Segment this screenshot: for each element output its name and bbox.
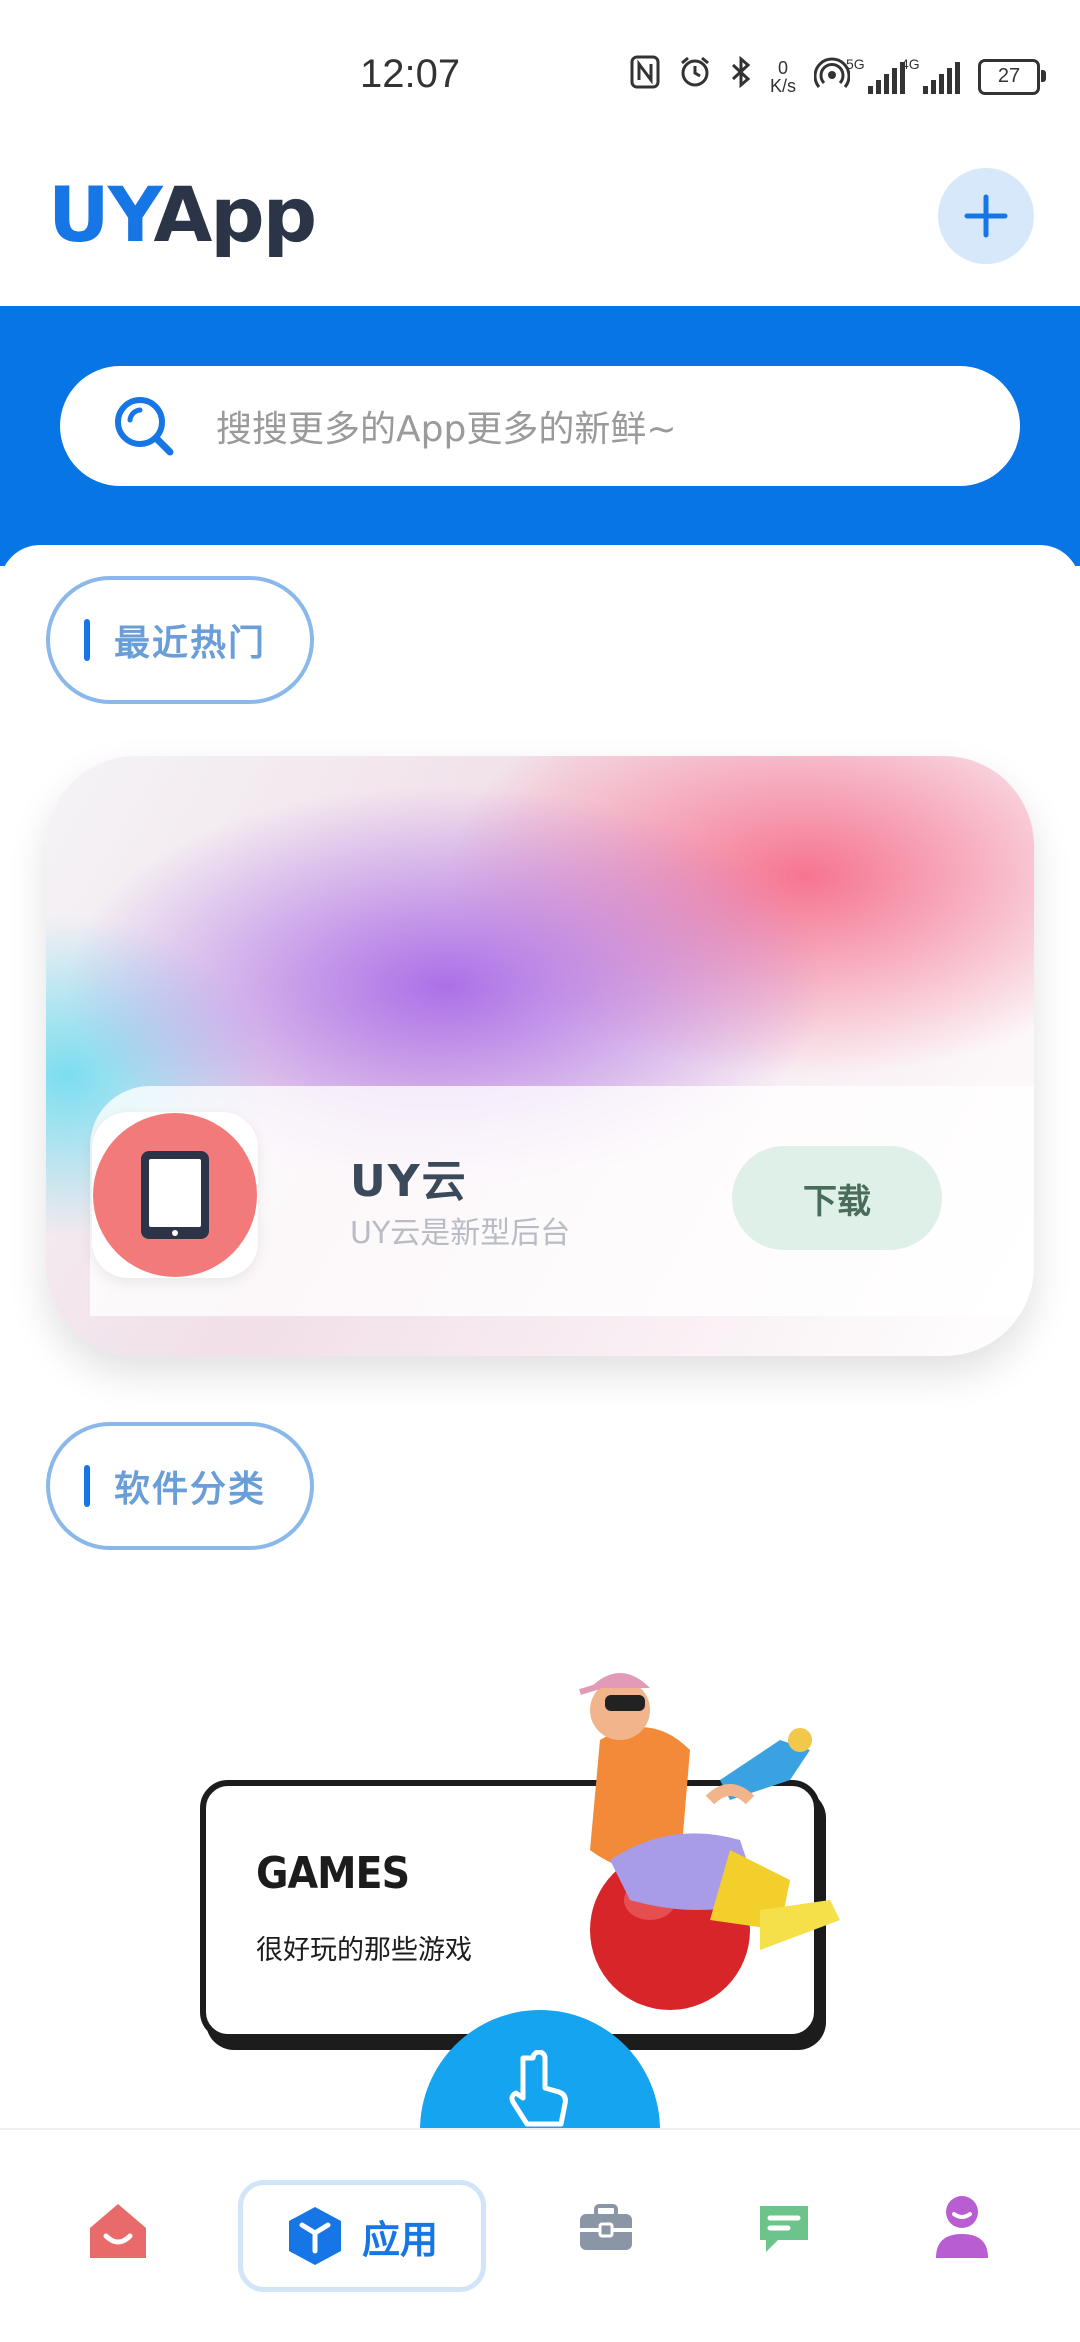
- status-bar: 12:07 0 K/s 5G 4G 27: [0, 0, 1080, 150]
- message-icon: [760, 2206, 808, 2252]
- profile-icon: [936, 2196, 988, 2258]
- bluetooth-icon: [730, 55, 752, 98]
- section-marker: [84, 1465, 90, 1507]
- category-title: GAMES: [256, 1848, 410, 1899]
- section-label: 最近热门: [114, 623, 267, 664]
- nav-apps-label: 应用: [361, 2217, 438, 2262]
- download-button[interactable]: 下载: [732, 1146, 942, 1250]
- app-cube-icon: [288, 2207, 341, 2265]
- nav-apps[interactable]: 应用: [238, 2180, 486, 2292]
- add-button[interactable]: [938, 168, 1034, 264]
- nfc-icon: [630, 55, 660, 98]
- pointer-hand-icon: [509, 2050, 568, 2127]
- home-icon: [90, 2204, 146, 2258]
- section-title-category: 软件分类: [46, 1422, 314, 1550]
- alarm-icon: [678, 55, 712, 98]
- plus-icon: [964, 194, 1008, 238]
- net-speed: 0 K/s: [769, 57, 796, 96]
- gamer-illustration: [579, 1673, 840, 2010]
- app-header: UYApp: [0, 150, 1080, 306]
- bottom-nav: 应用: [0, 2128, 1080, 2342]
- app-logo: UYApp: [48, 170, 317, 259]
- toolbox-icon: [580, 2204, 632, 2250]
- battery-icon: 27: [978, 58, 1046, 95]
- app-name: UY云: [350, 1156, 468, 1207]
- category-subtitle: 很好玩的那些游戏: [256, 1935, 472, 1966]
- tablet-icon: [93, 1113, 257, 1277]
- app-description: UY云是新型后台: [350, 1216, 571, 1251]
- section-label: 软件分类: [114, 1469, 267, 1510]
- status-icons: 0 K/s 5G 4G 27: [630, 55, 1046, 98]
- nav-home[interactable]: [86, 2200, 150, 2262]
- app-icon-tile[interactable]: [92, 1112, 258, 1278]
- signal-4g-icon: 4G: [901, 56, 960, 94]
- search-input[interactable]: 搜搜更多的App更多的新鲜~: [60, 366, 1020, 486]
- section-title-hot: 最近热门: [46, 576, 314, 704]
- nav-messages[interactable]: [756, 2200, 812, 2256]
- status-time: 12:07: [360, 52, 461, 96]
- nav-profile[interactable]: [934, 2194, 990, 2260]
- signal-5g-icon: 5G: [846, 56, 905, 94]
- hotspot-icon: [813, 55, 851, 98]
- section-marker: [84, 619, 90, 661]
- nav-toolbox[interactable]: [578, 2204, 634, 2254]
- search-placeholder: 搜搜更多的App更多的新鲜~: [216, 409, 677, 450]
- search-icon: [115, 397, 174, 456]
